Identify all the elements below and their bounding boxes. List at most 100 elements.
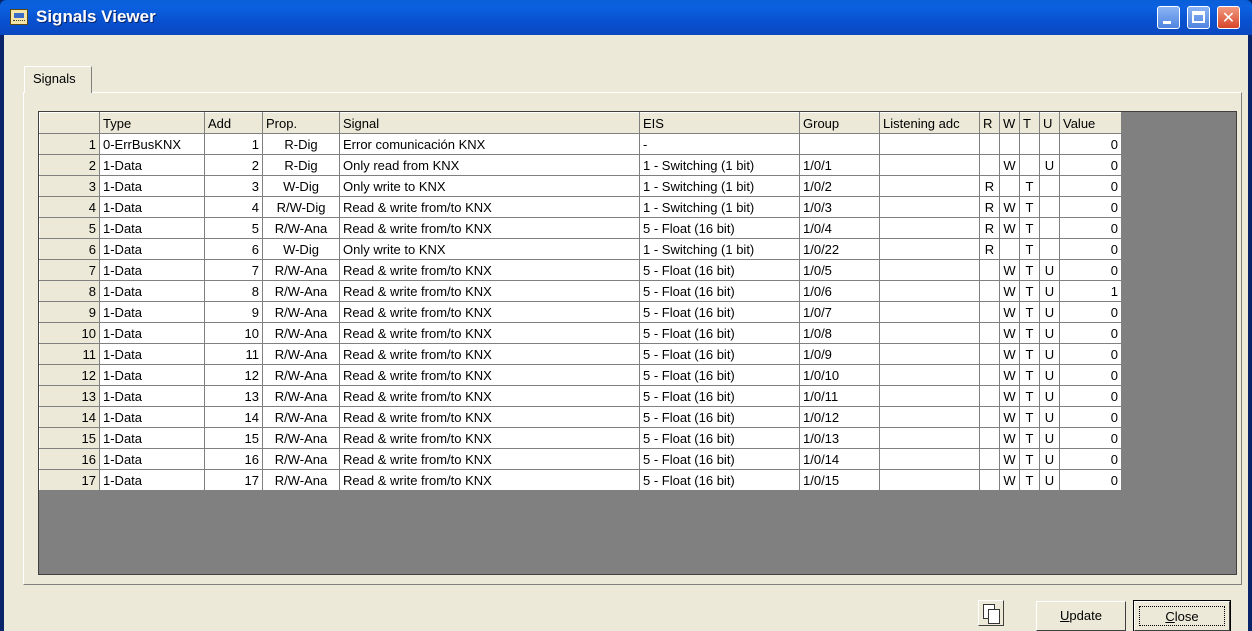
u-cell[interactable]: U	[1039, 259, 1060, 281]
t-cell[interactable]: T	[1019, 238, 1040, 260]
table-row[interactable]: 6 1-Data 6 W-Dig Only write to KNX 1 - Switch…	[39, 238, 1122, 260]
group-cell[interactable]: 1/0/5	[799, 259, 880, 281]
add-cell[interactable]: 14	[204, 406, 263, 428]
value-cell[interactable]: 0	[1059, 364, 1122, 386]
eis-cell[interactable]: 5 - Float (16 bit)	[639, 427, 800, 449]
r-cell[interactable]	[979, 343, 1000, 365]
listening-cell[interactable]	[879, 469, 980, 491]
value-cell[interactable]: 0	[1059, 301, 1122, 323]
u-cell[interactable]: U	[1039, 364, 1060, 386]
r-cell[interactable]	[979, 154, 1000, 176]
w-cell[interactable]: W	[999, 343, 1020, 365]
value-cell[interactable]: 0	[1059, 427, 1122, 449]
t-cell[interactable]	[1019, 154, 1040, 176]
group-cell[interactable]: 1/0/11	[799, 385, 880, 407]
r-cell[interactable]	[979, 469, 1000, 491]
type-cell[interactable]: 1-Data	[99, 259, 205, 281]
group-cell[interactable]: 1/0/22	[799, 238, 880, 260]
u-cell[interactable]: U	[1039, 322, 1060, 344]
eis-cell[interactable]: 5 - Float (16 bit)	[639, 343, 800, 365]
listening-cell[interactable]	[879, 280, 980, 302]
row-number[interactable]: 3	[39, 175, 100, 197]
group-cell[interactable]	[799, 133, 880, 155]
table-row[interactable]: 13 1-Data 13 R/W-Ana Read & write from/to KN…	[39, 385, 1122, 407]
row-number[interactable]: 9	[39, 301, 100, 323]
listening-header[interactable]: Listening adc	[879, 112, 980, 134]
group-cell[interactable]: 1/0/14	[799, 448, 880, 470]
row-number[interactable]: 2	[39, 154, 100, 176]
value-cell[interactable]: 0	[1059, 448, 1122, 470]
value-cell[interactable]: 0	[1059, 343, 1122, 365]
group-cell[interactable]: 1/0/4	[799, 217, 880, 239]
w-cell[interactable]: W	[999, 280, 1020, 302]
prop-cell[interactable]: W-Dig	[262, 175, 340, 197]
r-cell[interactable]: R	[979, 238, 1000, 260]
signal-cell[interactable]: Read & write from/to KNX	[339, 301, 640, 323]
group-cell[interactable]: 1/0/7	[799, 301, 880, 323]
value-cell[interactable]: 0	[1059, 406, 1122, 428]
row-number[interactable]: 17	[39, 469, 100, 491]
value-cell[interactable]: 0	[1059, 322, 1122, 344]
w-cell[interactable]: W	[999, 469, 1020, 491]
value-cell[interactable]: 0	[1059, 259, 1122, 281]
eis-cell[interactable]: 5 - Float (16 bit)	[639, 469, 800, 491]
value-header[interactable]: Value	[1059, 112, 1122, 134]
w-cell[interactable]: W	[999, 259, 1020, 281]
table-row[interactable]: 17 1-Data 17 R/W-Ana Read & write from/to KN…	[39, 469, 1122, 491]
eis-cell[interactable]: 5 - Float (16 bit)	[639, 301, 800, 323]
prop-cell[interactable]: R/W-Ana	[262, 301, 340, 323]
t-cell[interactable]: T	[1019, 385, 1040, 407]
row-number[interactable]: 4	[39, 196, 100, 218]
add-cell[interactable]: 17	[204, 469, 263, 491]
t-header[interactable]: T	[1019, 112, 1040, 134]
listening-cell[interactable]	[879, 175, 980, 197]
value-cell[interactable]: 0	[1059, 238, 1122, 260]
table-row[interactable]: 3 1-Data 3 W-Dig Only write to KNX 1 - Switch…	[39, 175, 1122, 197]
w-cell[interactable]: W	[999, 301, 1020, 323]
update-button[interactable]: Update	[1036, 601, 1126, 631]
signal-cell[interactable]: Read & write from/to KNX	[339, 322, 640, 344]
listening-cell[interactable]	[879, 448, 980, 470]
u-cell[interactable]	[1039, 175, 1060, 197]
prop-cell[interactable]: R/W-Ana	[262, 448, 340, 470]
row-number[interactable]: 12	[39, 364, 100, 386]
t-cell[interactable]: T	[1019, 301, 1040, 323]
signal-cell[interactable]: Only read from KNX	[339, 154, 640, 176]
title-bar[interactable]: Signals Viewer ✕	[0, 0, 1252, 35]
row-number[interactable]: 15	[39, 427, 100, 449]
w-cell[interactable]: W	[999, 427, 1020, 449]
t-cell[interactable]: T	[1019, 406, 1040, 428]
value-cell[interactable]: 0	[1059, 385, 1122, 407]
row-number[interactable]: 10	[39, 322, 100, 344]
w-cell[interactable]	[999, 238, 1020, 260]
add-cell[interactable]: 15	[204, 427, 263, 449]
r-cell[interactable]	[979, 322, 1000, 344]
prop-cell[interactable]: R/W-Ana	[262, 427, 340, 449]
type-cell[interactable]: 1-Data	[99, 385, 205, 407]
prop-cell[interactable]: R/W-Dig	[262, 196, 340, 218]
row-number[interactable]: 11	[39, 343, 100, 365]
w-cell[interactable]: W	[999, 154, 1020, 176]
u-cell[interactable]: U	[1039, 343, 1060, 365]
add-cell[interactable]: 9	[204, 301, 263, 323]
group-cell[interactable]: 1/0/15	[799, 469, 880, 491]
type-cell[interactable]: 1-Data	[99, 343, 205, 365]
u-cell[interactable]: U	[1039, 448, 1060, 470]
signal-cell[interactable]: Read & write from/to KNX	[339, 217, 640, 239]
signal-cell[interactable]: Only write to KNX	[339, 238, 640, 260]
eis-cell[interactable]: 5 - Float (16 bit)	[639, 385, 800, 407]
add-cell[interactable]: 7	[204, 259, 263, 281]
add-cell[interactable]: 8	[204, 280, 263, 302]
listening-cell[interactable]	[879, 364, 980, 386]
row-number[interactable]: 8	[39, 280, 100, 302]
w-header[interactable]: W	[999, 112, 1020, 134]
signal-cell[interactable]: Read & write from/to KNX	[339, 280, 640, 302]
prop-cell[interactable]: R/W-Ana	[262, 217, 340, 239]
signal-cell[interactable]: Only write to KNX	[339, 175, 640, 197]
signal-cell[interactable]: Read & write from/to KNX	[339, 427, 640, 449]
add-cell[interactable]: 13	[204, 385, 263, 407]
rownum-header[interactable]	[39, 112, 100, 134]
prop-cell[interactable]: W-Dig	[262, 238, 340, 260]
signal-cell[interactable]: Read & write from/to KNX	[339, 448, 640, 470]
t-cell[interactable]: T	[1019, 448, 1040, 470]
